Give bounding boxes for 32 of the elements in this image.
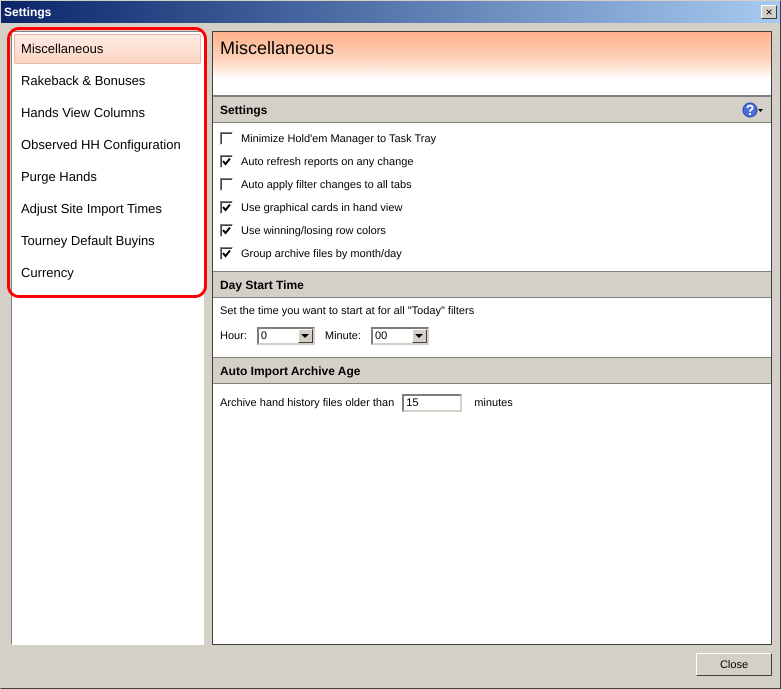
minute-label: Minute:	[324, 330, 361, 342]
field-label: Archive hand history files older than	[220, 397, 394, 409]
sidebar-item[interactable]: Hands View Columns	[14, 98, 201, 128]
checkbox-label: Group archive files by month/day	[241, 248, 402, 260]
sidebar-item[interactable]: Observed HH Configuration	[14, 130, 201, 160]
sidebar-item[interactable]: Currency	[14, 258, 201, 288]
help-icon[interactable]	[742, 102, 764, 118]
section-title: Auto Import Archive Age	[220, 364, 360, 378]
sidebar-item[interactable]: Adjust Site Import Times	[14, 194, 201, 224]
sidebar-item[interactable]: Tourney Default Buyins	[14, 226, 201, 256]
minute-dropdown[interactable]: 00	[370, 327, 429, 345]
unit-label: minutes	[474, 397, 513, 409]
window-title: Settings	[4, 5, 52, 19]
close-button[interactable]: ×	[761, 5, 777, 19]
sidebar-item[interactable]: Miscellaneous	[14, 34, 201, 64]
section-title: Settings	[220, 102, 268, 116]
checkbox-label: Auto apply filter changes to all tabs	[241, 178, 412, 190]
sidebar-item[interactable]: Purge Hands	[14, 162, 201, 192]
checkbox-label: Minimize Hold'em Manager to Task Tray	[241, 132, 436, 144]
input-field[interactable]: 15	[402, 394, 462, 412]
hour-dropdown[interactable]: 0	[256, 327, 315, 345]
description-text: Set the time you want to start at for all "Today" filters	[220, 305, 476, 317]
caret-icon	[415, 334, 424, 338]
checkbox-label: Use graphical cards in hand view	[241, 202, 402, 214]
checkbox-label: Auto refresh reports on any change	[241, 156, 414, 168]
caret-icon	[301, 334, 310, 338]
hour-label: Hour:	[220, 330, 247, 342]
checkbox-label: Use winning/losing row colors	[241, 224, 386, 236]
section-title: Day Start Time	[220, 278, 304, 292]
close-button[interactable]: Close	[696, 653, 772, 676]
page-title: Miscellaneous	[220, 38, 334, 58]
sidebar-item[interactable]: Rakeback & Bonuses	[14, 66, 201, 96]
